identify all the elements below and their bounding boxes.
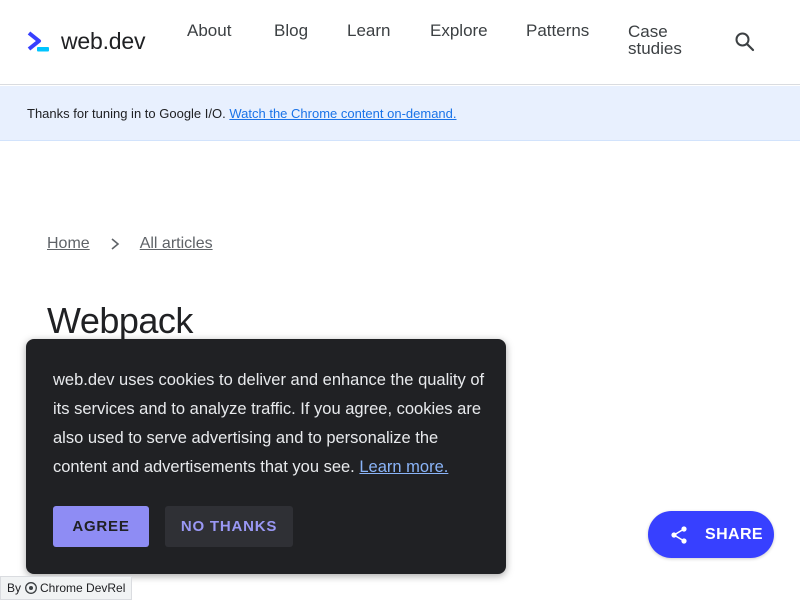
breadcrumb: Home All articles bbox=[47, 235, 213, 253]
share-label: SHARE bbox=[705, 525, 764, 543]
nav-patterns[interactable]: Patterns bbox=[526, 22, 589, 40]
search-icon bbox=[735, 32, 755, 52]
learn-more-link[interactable]: Learn more. bbox=[359, 458, 448, 476]
devrel-prefix: By bbox=[7, 581, 22, 595]
chrome-icon bbox=[25, 582, 37, 594]
site-header: web.dev About Blog Learn Explore Pattern… bbox=[0, 0, 800, 85]
web-dev-logo-icon bbox=[27, 30, 49, 51]
chrome-devrel-tag[interactable]: By Chrome DevRel bbox=[0, 576, 133, 600]
announcement-banner: Thanks for tuning in to Google I/O. Watc… bbox=[0, 86, 800, 141]
banner-text: Thanks for tuning in to Google I/O. bbox=[27, 106, 226, 121]
devrel-text: Chrome DevRel bbox=[40, 581, 126, 595]
chevron-right-icon bbox=[111, 238, 119, 250]
breadcrumb-all-articles[interactable]: All articles bbox=[140, 235, 213, 253]
site-logo[interactable]: web.dev bbox=[27, 28, 145, 55]
breadcrumb-home[interactable]: Home bbox=[47, 235, 90, 253]
nav-case-studies[interactable]: Case studies bbox=[628, 23, 698, 57]
search-button[interactable] bbox=[733, 30, 757, 54]
banner-message: Thanks for tuning in to Google I/O. Watc… bbox=[27, 106, 457, 121]
cookie-message: web.dev uses cookies to deliver and enha… bbox=[53, 366, 488, 482]
page-title: Webpack bbox=[47, 300, 193, 341]
no-thanks-button[interactable]: NO THANKS bbox=[165, 506, 293, 547]
cookie-consent-dialog: web.dev uses cookies to deliver and enha… bbox=[26, 339, 506, 574]
share-button[interactable]: SHARE bbox=[648, 511, 774, 558]
nav-blog[interactable]: Blog bbox=[274, 22, 308, 40]
share-icon bbox=[671, 525, 687, 544]
nav-explore[interactable]: Explore bbox=[430, 22, 488, 40]
nav-about[interactable]: About bbox=[187, 22, 231, 40]
logo-text: web.dev bbox=[61, 28, 146, 54]
agree-button[interactable]: AGREE bbox=[53, 506, 149, 547]
nav-learn[interactable]: Learn bbox=[347, 22, 390, 40]
banner-link[interactable]: Watch the Chrome content on-demand. bbox=[229, 106, 456, 121]
